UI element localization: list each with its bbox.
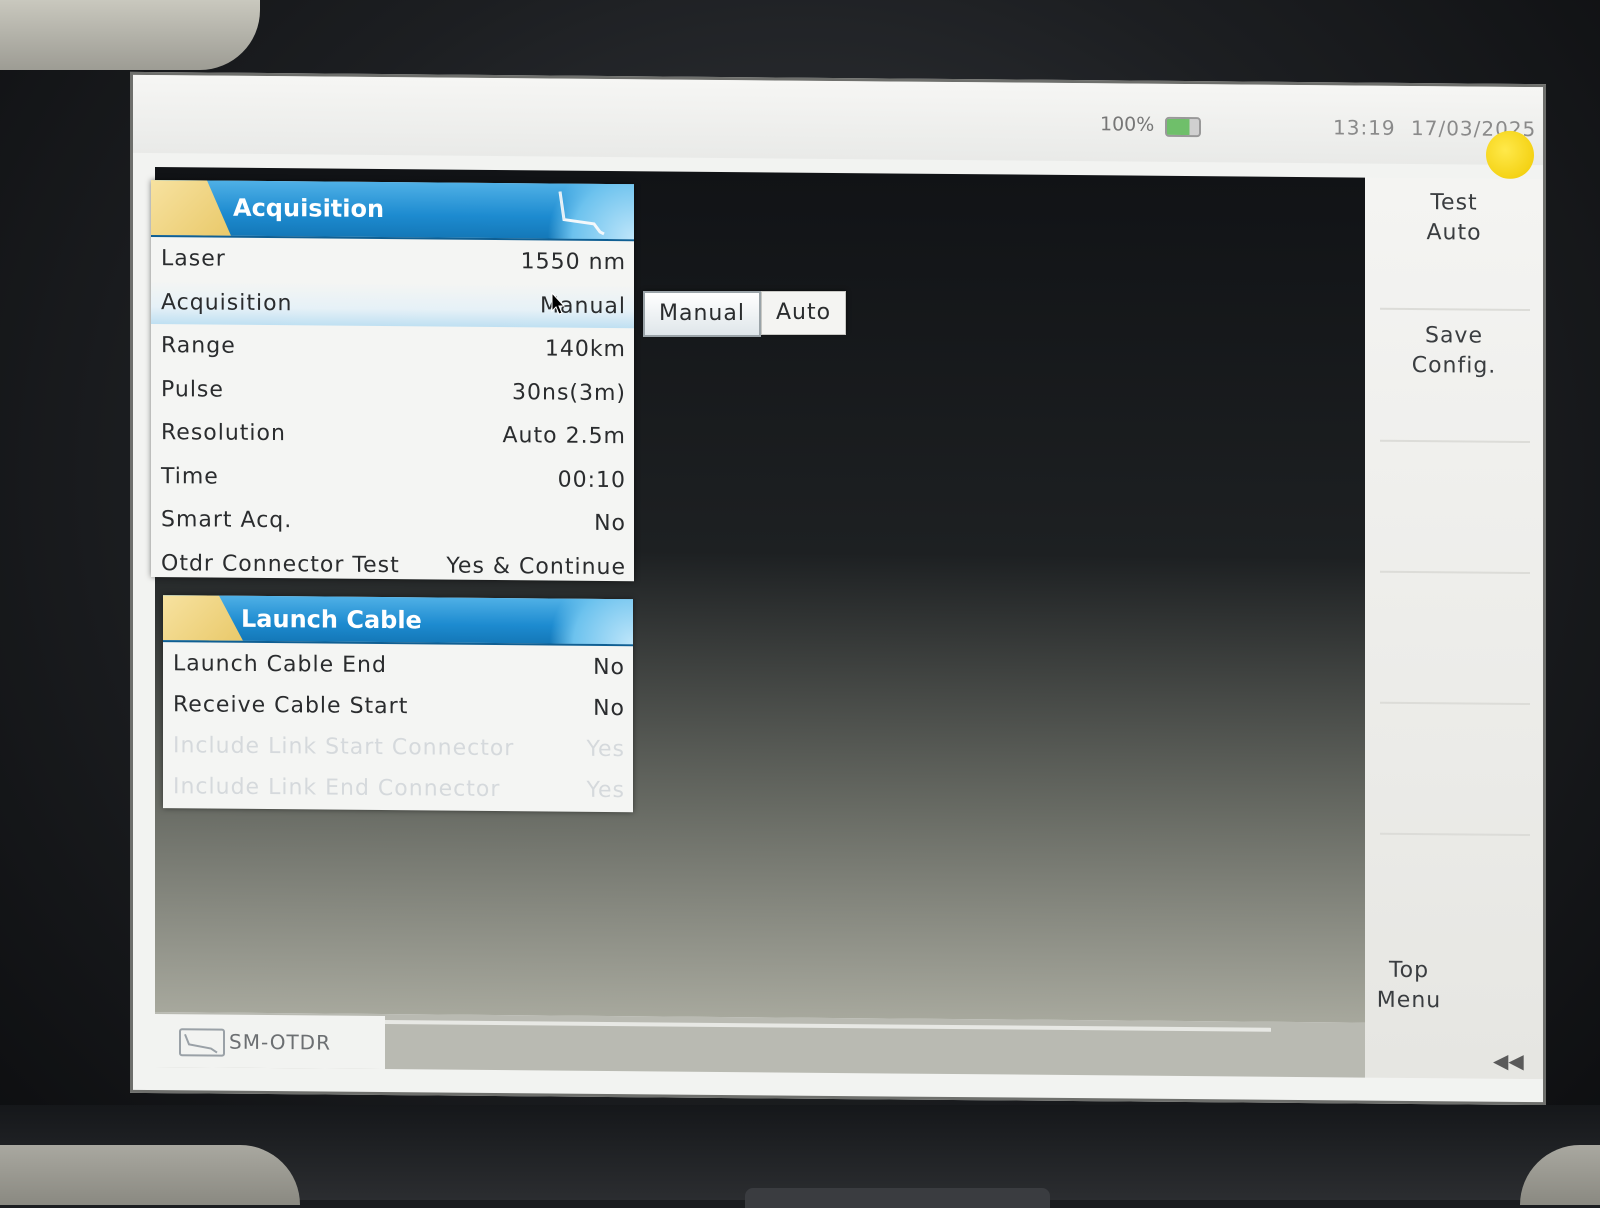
time-label: Time <box>161 463 219 490</box>
clock-time: 13:19 <box>1333 115 1396 140</box>
device-screen: 100% 13:19 17/03/2025 Test Auto Save Con… <box>130 71 1546 1106</box>
include-link-start-connector-label: Include Link Start Connector <box>173 733 515 762</box>
range-value: 140km <box>544 336 626 363</box>
launch-cable-end-label: Launch Cable End <box>173 651 387 679</box>
manual-option[interactable]: Manual <box>643 291 761 337</box>
bottom-bar: SM-OTDR <box>155 1012 1365 1078</box>
bezel-corner <box>0 0 260 70</box>
progress-line <box>385 1020 1271 1032</box>
launch-cable-end-value: No <box>593 654 625 681</box>
softkey-divider <box>1380 439 1530 444</box>
smart-acq-label: Smart Acq. <box>161 507 293 534</box>
status-bar: 100% 13:19 17/03/2025 <box>133 74 1543 180</box>
softkey-divider <box>1380 701 1530 706</box>
pulse-label: Pulse <box>161 376 224 403</box>
launch-cable-panel-title: Launch Cable <box>241 604 422 635</box>
battery-percent: 100% <box>1100 113 1155 136</box>
otdr-connector-test-row[interactable]: Otdr Connector Test Yes & Continue <box>151 542 634 590</box>
include-link-start-connector-value: Yes <box>586 736 625 763</box>
receive-cable-start-label: Receive Cable Start <box>173 692 409 720</box>
laser-value: 1550 nm <box>520 249 626 276</box>
header-decoration <box>523 598 633 645</box>
acquisition-panel-title: Acquisition <box>233 193 385 224</box>
pulse-value: 30ns(3m) <box>512 379 626 406</box>
include-link-end-connector-value: Yes <box>586 777 625 804</box>
pulse-row[interactable]: Pulse 30ns(3m) <box>151 368 634 416</box>
softkey-bar: Test Auto Save Config. Top Menu <box>1365 177 1543 1080</box>
laser-label: Laser <box>161 246 226 272</box>
acquisition-mode-popup: Manual Auto <box>643 291 847 337</box>
sm-otdr-label: SM-OTDR <box>229 1029 331 1055</box>
include-link-start-connector-row: Include Link Start Connector Yes <box>163 724 633 769</box>
otdr-trace-icon <box>558 191 605 236</box>
laser-row[interactable]: Laser 1550 nm <box>151 237 634 285</box>
sm-otdr-tab[interactable]: SM-OTDR <box>155 1014 385 1070</box>
receive-cable-start-value: No <box>593 695 625 722</box>
top-menu-softkey[interactable]: Top Menu <box>1320 955 1498 1017</box>
launch-cable-panel: Launch Cable Launch Cable End No Receive… <box>163 595 633 813</box>
smart-acq-value: No <box>594 510 626 537</box>
softkey-divider <box>1380 570 1530 575</box>
header-accent <box>163 595 243 641</box>
receive-cable-start-row[interactable]: Receive Cable Start No <box>163 683 633 728</box>
resolution-row[interactable]: Resolution Auto 2.5m <box>151 411 634 459</box>
mouse-cursor-icon <box>551 292 566 315</box>
time-row[interactable]: Time 00:10 <box>151 455 634 503</box>
yellow-sticker <box>1486 130 1534 180</box>
brand-strip <box>745 1188 1050 1208</box>
header-accent <box>151 180 231 236</box>
otdr-connector-test-label: Otdr Connector Test <box>161 550 400 578</box>
test-auto-softkey[interactable]: Test Auto <box>1365 188 1543 250</box>
include-link-end-connector-row: Include Link End Connector Yes <box>163 765 633 810</box>
launch-cable-end-row[interactable]: Launch Cable End No <box>163 642 633 687</box>
acquisition-label: Acquisition <box>161 289 293 316</box>
resolution-label: Resolution <box>161 420 286 447</box>
acquisition-panel: Acquisition Laser 1550 nm Acquisition Ma… <box>151 180 634 582</box>
time-value: 00:10 <box>557 467 626 493</box>
otdr-connector-test-value: Yes & Continue <box>446 553 626 580</box>
bezel-bottom <box>0 1105 1600 1208</box>
auto-option[interactable]: Auto <box>760 291 847 335</box>
acquisition-panel-header: Acquisition <box>151 180 634 242</box>
bezel-grip-left <box>0 1145 300 1205</box>
launch-cable-panel-header: Launch Cable <box>163 595 633 647</box>
bezel-grip-right <box>1520 1145 1600 1205</box>
rewind-icon[interactable]: ◀◀ <box>1493 1049 1524 1073</box>
save-config-softkey[interactable]: Save Config. <box>1365 321 1543 383</box>
otdr-trace-icon <box>179 1028 225 1057</box>
range-row[interactable]: Range 140km <box>151 324 634 372</box>
range-label: Range <box>161 333 236 359</box>
resolution-value: Auto 2.5m <box>502 423 627 450</box>
softkey-divider <box>1380 307 1530 312</box>
smart-acq-row[interactable]: Smart Acq. No <box>151 498 634 546</box>
include-link-end-connector-label: Include Link End Connector <box>173 774 501 803</box>
battery-icon <box>1165 116 1201 138</box>
softkey-divider <box>1380 832 1530 837</box>
